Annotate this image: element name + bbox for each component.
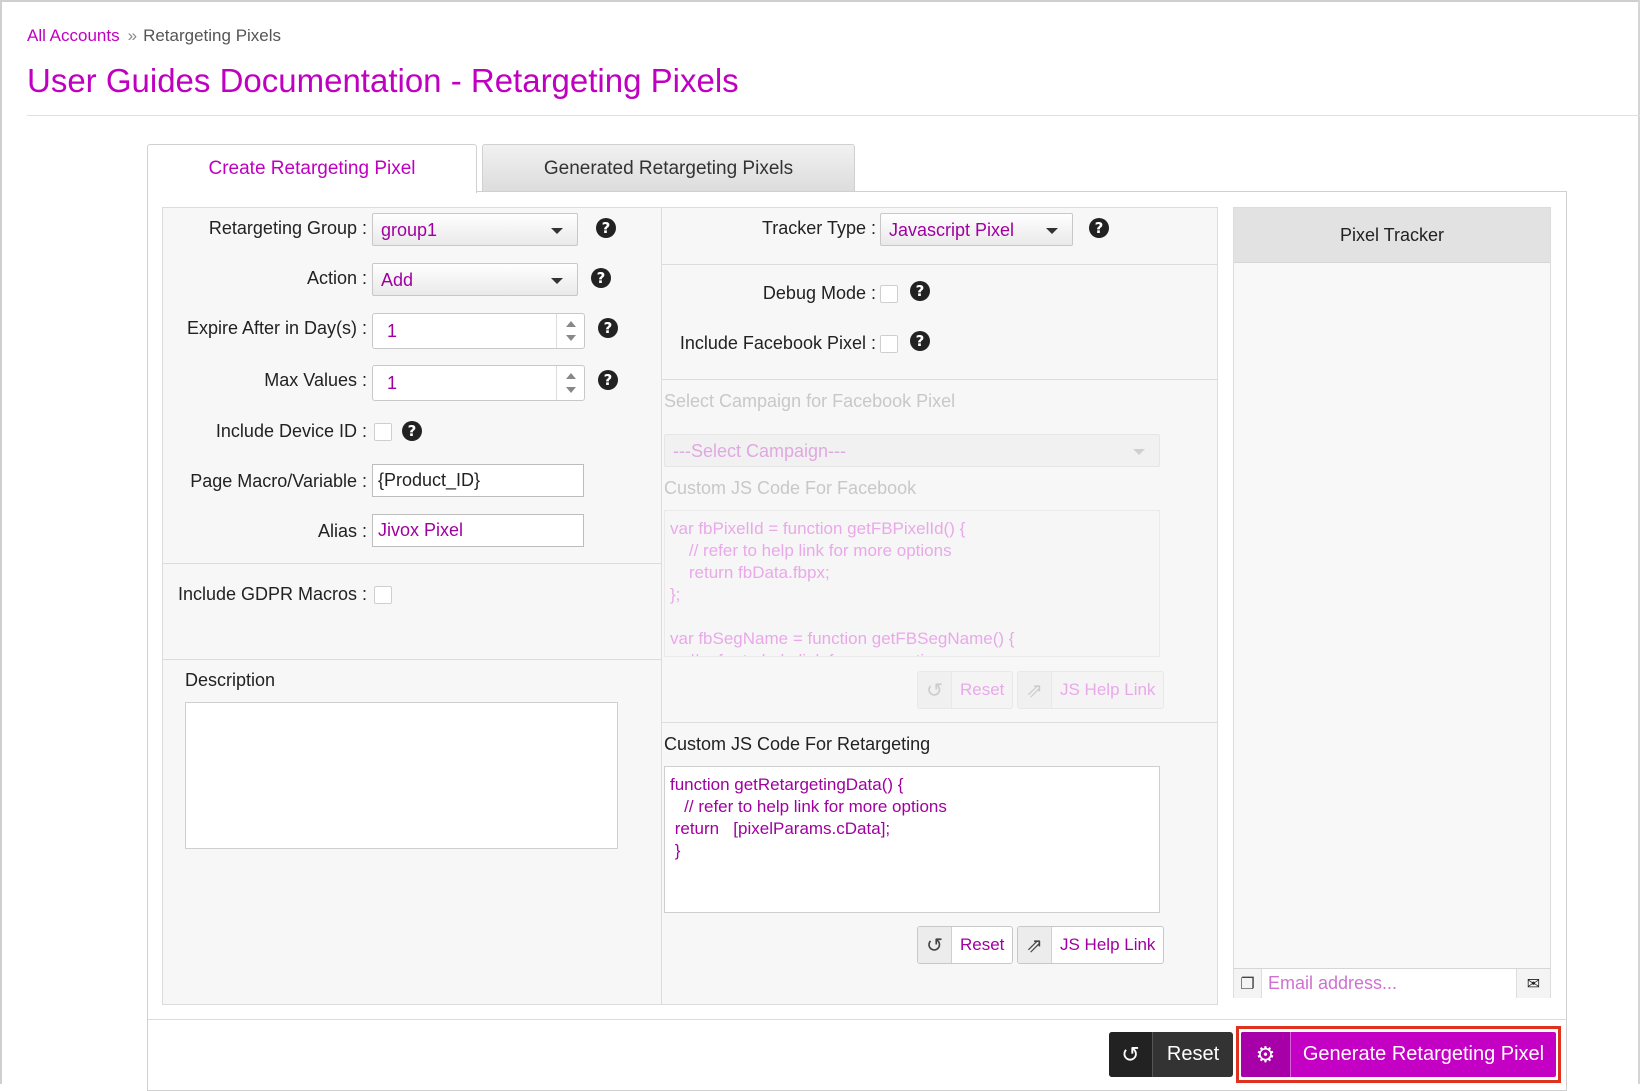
action-value: Add	[381, 270, 414, 290]
reset-button-label: Reset	[1166, 1043, 1220, 1065]
tracker-type-select[interactable]: Javascript Pixel	[880, 213, 1073, 246]
breadcrumb-current: Retargeting Pixels	[143, 26, 282, 45]
undo-icon: ↺	[918, 927, 952, 963]
facebook-campaign-label: Select Campaign for Facebook Pixel	[664, 391, 956, 411]
caret-down-icon	[551, 278, 563, 284]
retargeting-group-label: Retargeting Group :	[208, 218, 367, 238]
stepper-spin-buttons[interactable]	[556, 314, 584, 348]
email-input[interactable]: Email address...	[1262, 969, 1516, 998]
breadcrumb-separator-icon: »	[127, 26, 138, 45]
max-values-value: 1	[387, 373, 398, 393]
alias-label: Alias :	[317, 521, 367, 541]
help-icon[interactable]: ?	[402, 421, 422, 441]
retargeting-reset-button[interactable]: ↺ Reset	[917, 926, 1014, 964]
include-gdpr-label: Include GDPR Macros :	[177, 584, 367, 604]
alias-input[interactable]: Jivox Pixel	[372, 514, 584, 547]
facebook-js-help-link-label: JS Help Link	[1060, 680, 1156, 699]
help-icon[interactable]: ?	[596, 218, 616, 238]
action-select[interactable]: Add	[372, 263, 578, 296]
description-textarea[interactable]	[185, 702, 618, 849]
retargeting-code-editor[interactable]: function getRetargetingData() { // refer…	[664, 766, 1160, 913]
help-icon[interactable]: ?	[910, 281, 930, 301]
facebook-campaign-select[interactable]: ---Select Campaign---	[664, 434, 1160, 467]
facebook-reset-button[interactable]: ↺ Reset	[917, 671, 1014, 709]
caret-down-icon	[551, 228, 563, 234]
expire-days-value: 1	[387, 321, 398, 341]
include-facebook-pixel-label: Include Facebook Pixel :	[679, 333, 876, 353]
arrow-up-icon	[566, 373, 576, 379]
section-divider	[163, 563, 661, 564]
reset-button[interactable]: ↺ Reset	[1109, 1032, 1233, 1077]
page-title: User Guides Documentation - Retargeting …	[27, 62, 739, 99]
generate-retargeting-pixel-button[interactable]: ⚙ Generate Retargeting Pixel	[1241, 1032, 1556, 1077]
email-row: ❐ Email address... ✉	[1234, 968, 1550, 998]
tab-create-retargeting-pixel[interactable]: Create Retargeting Pixel	[147, 144, 477, 193]
help-icon[interactable]: ?	[598, 370, 618, 390]
debug-mode-label: Debug Mode :	[762, 283, 876, 303]
gears-icon: ⚙	[1241, 1032, 1291, 1077]
tracker-type-label: Tracker Type :	[761, 218, 876, 238]
envelope-icon[interactable]: ✉	[1516, 969, 1550, 998]
include-device-id-label: Include Device ID :	[215, 421, 367, 441]
section-divider	[662, 264, 1217, 265]
external-link-icon: ⇗	[1018, 672, 1052, 708]
tracker-type-value: Javascript Pixel	[889, 220, 1015, 240]
breadcrumb-all-accounts[interactable]: All Accounts	[27, 26, 120, 45]
expire-days-label: Expire After in Day(s) :	[186, 318, 367, 338]
breadcrumb: All Accounts » Retargeting Pixels	[27, 26, 281, 46]
page-macro-input[interactable]: {Product_ID}	[372, 464, 584, 497]
retargeting-js-help-link-button[interactable]: ⇗ JS Help Link	[1017, 926, 1165, 964]
pixel-tracker-title: Pixel Tracker	[1234, 208, 1550, 263]
retargeting-group-select[interactable]: group1	[372, 213, 578, 246]
footer-divider	[148, 1019, 1566, 1020]
section-divider	[163, 659, 661, 660]
generate-button-label: Generate Retargeting Pixel	[1302, 1043, 1545, 1065]
caret-down-icon	[1133, 449, 1145, 455]
retargeting-js-help-link-label: JS Help Link	[1060, 935, 1156, 954]
help-icon[interactable]: ?	[910, 331, 930, 351]
external-link-icon: ⇗	[1018, 927, 1052, 963]
expire-days-stepper[interactable]: 1	[372, 313, 585, 349]
copy-icon[interactable]: ❐	[1234, 969, 1262, 998]
title-divider	[27, 115, 1640, 116]
caret-down-icon	[1046, 228, 1058, 234]
arrow-up-icon	[566, 321, 576, 327]
section-divider	[662, 722, 1217, 723]
help-icon[interactable]: ?	[598, 318, 618, 338]
undo-icon: ↺	[1109, 1032, 1153, 1077]
undo-icon: ↺	[918, 672, 952, 708]
include-facebook-pixel-checkbox[interactable]	[880, 335, 898, 353]
retargeting-code-label: Custom JS Code For Retargeting	[664, 734, 931, 754]
help-icon[interactable]: ?	[1089, 218, 1109, 238]
pixel-tracker-panel	[1233, 207, 1551, 998]
help-icon[interactable]: ?	[591, 268, 611, 288]
facebook-reset-label: Reset	[960, 680, 1005, 699]
facebook-js-help-link-button[interactable]: ⇗ JS Help Link	[1017, 671, 1165, 709]
tab-generated-retargeting-pixels[interactable]: Generated Retargeting Pixels	[482, 144, 855, 192]
arrow-down-icon	[566, 387, 576, 393]
arrow-down-icon	[566, 335, 576, 341]
retargeting-group-value: group1	[381, 220, 438, 240]
facebook-code-label: Custom JS Code For Facebook	[664, 478, 917, 498]
facebook-code-editor[interactable]: var fbPixelId = function getFBPixelId() …	[664, 510, 1160, 657]
page-macro-label: Page Macro/Variable :	[190, 471, 367, 491]
stepper-spin-buttons[interactable]	[556, 366, 584, 400]
action-label: Action :	[306, 268, 367, 288]
include-gdpr-checkbox[interactable]	[374, 586, 392, 604]
include-device-id-checkbox[interactable]	[374, 423, 392, 441]
max-values-stepper[interactable]: 1	[372, 365, 585, 401]
section-divider	[662, 379, 1217, 380]
debug-mode-checkbox[interactable]	[880, 285, 898, 303]
facebook-campaign-placeholder: ---Select Campaign---	[673, 441, 847, 461]
max-values-label: Max Values :	[264, 370, 367, 390]
retargeting-reset-label: Reset	[960, 935, 1005, 954]
description-label: Description	[185, 670, 276, 690]
